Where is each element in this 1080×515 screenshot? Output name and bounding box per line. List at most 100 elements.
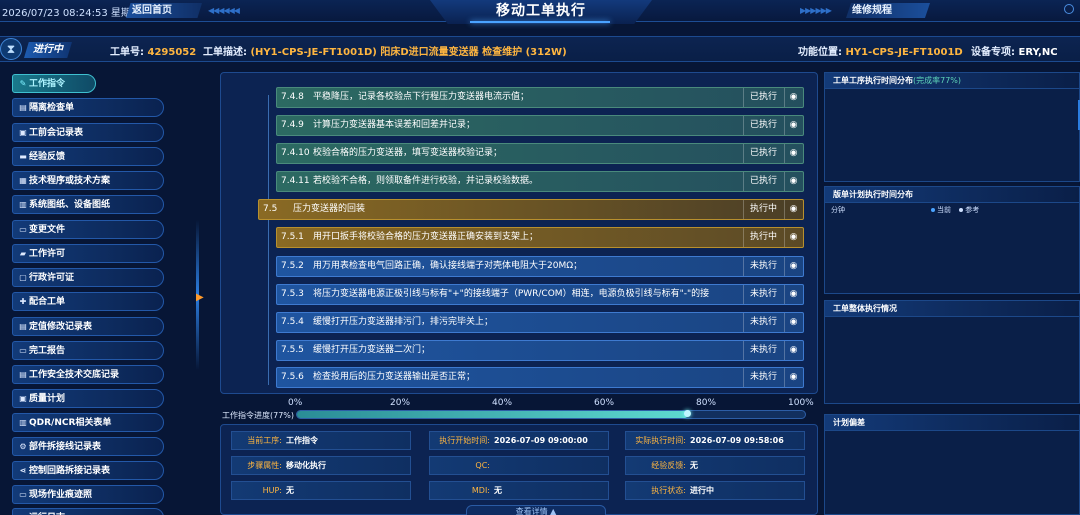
eye-icon[interactable]: ◉: [784, 341, 802, 360]
eye-icon[interactable]: ◉: [784, 88, 802, 107]
step-row[interactable]: 7.5.1 用开口扳手将校验合格的压力变送器正确安装到支架上； 执行中 ◉: [276, 227, 804, 248]
sidebar-item-6[interactable]: ▥ 系统图纸、设备图纸: [12, 195, 164, 214]
file-icon: ▭: [19, 225, 27, 234]
datetime: 2026/07/23 08:24:53 星期四: [2, 8, 141, 19]
detail-cell: 当前工序: 工作指令: [231, 431, 411, 450]
home-button[interactable]: 返回首页: [126, 3, 202, 18]
eye-icon[interactable]: ◉: [784, 257, 802, 276]
sidebar-item-7[interactable]: ▭ 变更文件: [12, 220, 164, 239]
detail-key: HUP:: [262, 486, 282, 495]
step-description: 若校验不合格，则领取备件进行校验，并记录校验数据。: [313, 176, 539, 186]
collapse-arrow-icon[interactable]: ▶: [196, 292, 204, 303]
step-status: 未执行: [743, 341, 783, 360]
feedback-icon: ▬: [19, 152, 27, 161]
eye-icon[interactable]: ◉: [784, 285, 802, 304]
step-code: 7.5.6: [281, 372, 304, 382]
sidebar: ✎ 工作指令 ▤ 隔离检查单 ▣ 工前会记录表 ▬ 经验反馈 ▦ 技术程序或技术方案 ▥ 系统图纸、设…: [0, 70, 200, 515]
sidebar-item-19[interactable]: ▭运行日志: [12, 508, 164, 515]
detail-cell: 执行开始时间: 2026-07-09 09:00:00: [429, 431, 609, 450]
step-status: 执行中: [743, 228, 783, 247]
sidebar-item-18[interactable]: ▭ 现场作业痕迹照: [12, 485, 164, 504]
eye-icon[interactable]: ◉: [784, 144, 802, 163]
admin-permit-icon: ▢: [19, 273, 27, 282]
step-code: 7.5.2: [281, 261, 304, 271]
order-description-label: 工单描述:: [203, 47, 247, 58]
part-icon: ⚙: [19, 442, 27, 451]
report-icon: ▭: [19, 346, 27, 355]
view-details-tab[interactable]: 查看详情 ▲: [466, 505, 606, 515]
order-number: 工单号: 4295052: [110, 43, 196, 58]
step-row[interactable]: 7.5.5 缓慢打开压力变送器二次门； 未执行 ◉: [276, 340, 804, 361]
process-time-panel-header: 工单工序执行时间分布(完成率77%): [825, 73, 1079, 89]
step-description: 校验合格的压力变送器，填写变送器校验记录；: [313, 148, 503, 158]
step-code: 7.4.9: [281, 120, 304, 130]
eye-icon[interactable]: ◉: [784, 313, 802, 332]
step-row[interactable]: 7.4.10 校验合格的压力变送器，填写变送器校验记录； 已执行 ◉: [276, 143, 804, 164]
eye-icon[interactable]: ◉: [784, 228, 802, 247]
sidebar-item-8[interactable]: ▰ 工作许可: [12, 244, 164, 263]
equipment-specialty-label: 设备专项:: [971, 47, 1015, 58]
sidebar-item-10[interactable]: ✚ 配合工单: [12, 292, 164, 311]
plan-deviation-header: 计划偏差: [825, 415, 1079, 431]
legend-reference-label: 参考: [965, 206, 980, 214]
folder-icon: ▭: [19, 490, 27, 499]
sidebar-item-label: 工作指令: [29, 79, 66, 89]
plan-time-panel-header: 版单计划执行时间分布: [825, 187, 1079, 203]
detail-value: 无: [690, 461, 698, 470]
step-status: 未执行: [743, 368, 783, 387]
step-description: 压力变送器的回装: [293, 204, 366, 214]
permit-icon: ▰: [19, 249, 27, 258]
detail-value: 进行中: [690, 486, 714, 495]
sidebar-item-14[interactable]: ▣ 质量计划: [12, 389, 164, 408]
sidebar-item-4[interactable]: ▬ 经验反馈: [12, 147, 164, 166]
detail-key: 步骤属性:: [247, 461, 282, 470]
step-row[interactable]: 7.4.11 若校验不合格，则领取备件进行校验，并记录校验数据。 已执行 ◉: [276, 171, 804, 192]
step-connector-line: [268, 95, 269, 385]
progress-fill: [297, 411, 689, 418]
sidebar-item-label: 配合工单: [29, 297, 66, 307]
sidebar-item-label: 行政许可证: [29, 273, 75, 283]
sidebar-item-3[interactable]: ▣ 工前会记录表: [12, 123, 164, 142]
sidebar-item-2[interactable]: ▤ 隔离检查单: [12, 98, 164, 117]
sidebar-item-12[interactable]: ▭ 完工报告: [12, 341, 164, 360]
sidebar-item-1[interactable]: ✎ 工作指令: [12, 74, 96, 93]
eye-icon[interactable]: ◉: [784, 172, 802, 191]
step-description: 检查投用后的压力变送器输出是否正常；: [313, 372, 476, 382]
step-row[interactable]: 7.5.6 检查投用后的压力变送器输出是否正常； 未执行 ◉: [276, 367, 804, 388]
sidebar-item-label: QDR/NCR相关表单: [29, 418, 112, 428]
sidebar-item-label: 现场作业痕迹照: [29, 490, 93, 500]
eye-icon[interactable]: ◉: [784, 116, 802, 135]
detail-value: 移动化执行: [286, 461, 326, 470]
plan-deviation-panel: 计划偏差: [824, 414, 1080, 515]
qdr-icon: ▥: [19, 418, 27, 427]
order-description: 工单描述: (HY1-CPS-JE-FT1001D) 阳床D进口流量变送器 检查…: [203, 43, 567, 58]
sidebar-item-9[interactable]: ▢ 行政许可证: [12, 268, 164, 287]
step-row[interactable]: 7.4.8 平稳降压，记录各校验点下行程压力变送器电流示值； 已执行 ◉: [276, 87, 804, 108]
progress-tick-label: 100%: [788, 398, 814, 408]
step-row[interactable]: 7.5.2 用万用表检查电气回路正确，确认接线端子对壳体电阻大于20MΩ； 未执行 ◉: [276, 256, 804, 277]
detail-key: 执行状态:: [651, 486, 686, 495]
sidebar-item-17[interactable]: ⋖ 控制回路拆接记录表: [12, 461, 164, 480]
maintenance-procedure-button[interactable]: 维修规程: [846, 3, 930, 18]
sidebar-item-label: 变更文件: [29, 225, 66, 235]
step-row[interactable]: 7.4.9 计算压力变送器基本误差和回差并记录； 已执行 ◉: [276, 115, 804, 136]
step-code: 7.5.5: [281, 345, 304, 355]
step-code: 7.5.4: [281, 317, 304, 327]
safety-icon: ▤: [19, 370, 27, 379]
sidebar-item-11[interactable]: ▤ 定值修改记录表: [12, 317, 164, 336]
step-row[interactable]: 7.5.3 将压力变送器电源正极引线与标有"+"的接线端子（PWR/COM）相连，…: [276, 284, 804, 305]
eye-icon[interactable]: ◉: [784, 368, 802, 387]
step-description: 用万用表检查电气回路正确，确认接线端子对壳体电阻大于20MΩ；: [313, 261, 583, 271]
eye-icon[interactable]: ◉: [784, 200, 802, 219]
step-row[interactable]: 7.5.4 缓慢打开压力变送器排污门，排污完毕关上； 未执行 ◉: [276, 312, 804, 333]
detail-cell: 实际执行时间: 2026-07-09 09:58:06: [625, 431, 805, 450]
progress-tick-label: 60%: [594, 398, 615, 408]
sidebar-item-13[interactable]: ▤ 工作安全技术交底记录: [12, 365, 164, 384]
step-row[interactable]: 7.5 压力变送器的回装 执行中 ◉: [258, 199, 804, 220]
monitor-icon: ▣: [19, 128, 27, 137]
sidebar-item-5[interactable]: ▦ 技术程序或技术方案: [12, 171, 164, 190]
sidebar-item-15[interactable]: ▥ QDR/NCR相关表单: [12, 413, 164, 432]
progress-tick-label: 20%: [390, 398, 411, 408]
sidebar-item-16[interactable]: ⚙ 部件拆接线记录表: [12, 437, 164, 456]
plan-time-panel: 版单计划执行时间分布 分钟 当前 参考: [824, 186, 1080, 294]
